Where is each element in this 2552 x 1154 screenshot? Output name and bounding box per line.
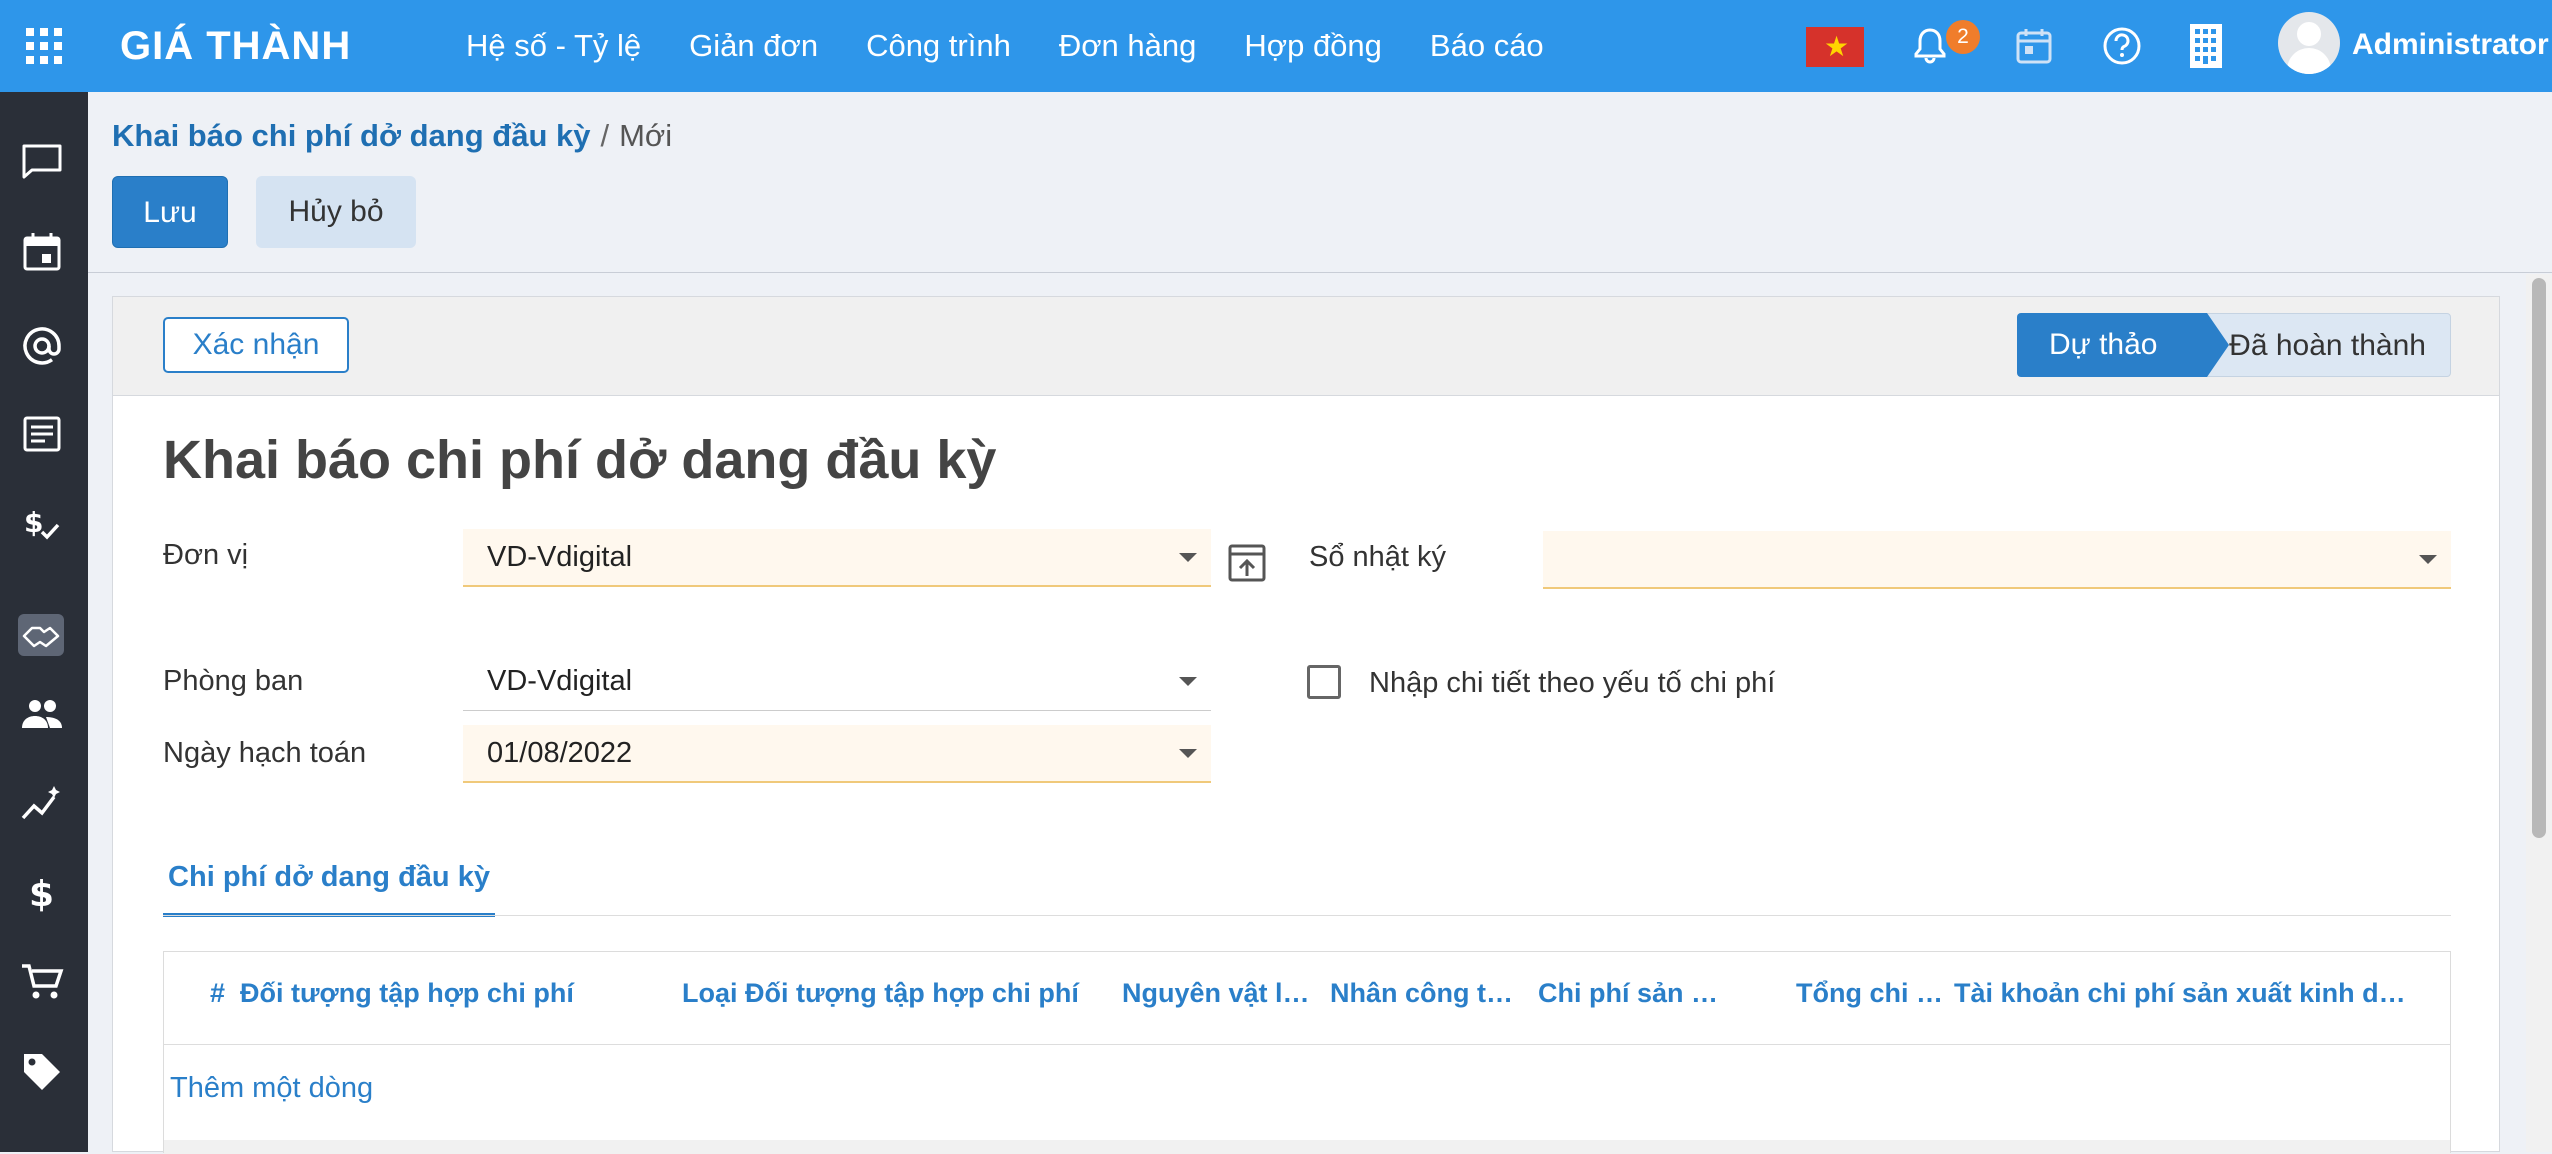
so-nhat-ky-select[interactable]	[1543, 531, 2451, 589]
tab-chi-phi-do-dang[interactable]: Chi phí dở dang đầu kỳ	[163, 837, 495, 917]
menu-item-bao-cao[interactable]: Báo cáo	[1430, 28, 1544, 64]
col-index[interactable]: #	[210, 978, 225, 1009]
breadcrumb-separator: /	[600, 118, 610, 153]
step-done[interactable]: Đã hoàn thành	[2207, 313, 2451, 377]
menu-item-he-so-ty-le[interactable]: Hệ số - Tỷ lệ	[466, 28, 641, 64]
menu-item-don-hang[interactable]: Đơn hàng	[1059, 28, 1197, 64]
at-sign-icon[interactable]	[20, 324, 64, 368]
external-link-icon[interactable]	[1227, 543, 1267, 583]
col-loai-doi-tuong[interactable]: Loại Đối tượng tập hợp chi phí	[682, 978, 1102, 1009]
don-vi-label: Đơn vị	[163, 539, 249, 571]
notification-badge: 2	[1946, 20, 1980, 54]
col-nguyen-vat-lieu[interactable]: Nguyên vật liệ...	[1122, 978, 1312, 1009]
cost-lines-table: # Đối tượng tập hợp chi phí Loại Đối tượ…	[163, 951, 2451, 1154]
control-panel-divider	[88, 272, 2552, 273]
step-draft[interactable]: Dự thảo	[2017, 313, 2207, 377]
building-icon[interactable]	[2188, 22, 2224, 70]
app-brand[interactable]: GIÁ THÀNH	[120, 24, 351, 69]
main-menu: Hệ số - Tỷ lệ Giản đơn Công trình Đơn hà…	[466, 28, 1592, 64]
chi-tiet-checkbox[interactable]	[1307, 665, 1341, 699]
tag-icon[interactable]	[20, 1050, 64, 1094]
user-avatar[interactable]	[2278, 12, 2340, 74]
breadcrumb-parent-link[interactable]: Khai báo chi phí dở dang đầu kỳ	[112, 118, 590, 153]
menu-item-cong-trinh[interactable]: Công trình	[866, 28, 1011, 64]
save-button[interactable]: Lưu	[112, 176, 228, 248]
breadcrumb-current: Mới	[619, 118, 673, 153]
scrollbar[interactable]	[2526, 274, 2552, 1152]
document-icon[interactable]	[20, 412, 64, 456]
svg-text:$: $	[29, 874, 54, 914]
cancel-button[interactable]: Hủy bỏ	[256, 176, 416, 248]
apps-grid-icon[interactable]	[26, 28, 62, 64]
dollar-icon[interactable]: $	[20, 870, 64, 914]
phong-ban-value: VD-Vdigital	[487, 665, 633, 697]
col-tai-khoan[interactable]: Tài khoản chi phí sản xuất kinh doa...	[1954, 978, 2414, 1009]
chevron-down-icon	[1179, 749, 1197, 758]
handshake-icon[interactable]	[18, 614, 64, 656]
analytics-icon[interactable]	[20, 782, 64, 826]
table-header: # Đối tượng tập hợp chi phí Loại Đối tượ…	[164, 952, 2450, 1045]
calendar-icon[interactable]	[20, 230, 64, 274]
ngay-hach-toan-value: 01/08/2022	[487, 737, 633, 769]
chevron-down-icon	[1179, 553, 1197, 562]
scrollbar-thumb[interactable]	[2532, 278, 2546, 838]
don-vi-value: VD-Vdigital	[487, 541, 633, 573]
calendar-icon[interactable]	[2014, 26, 2054, 66]
user-name[interactable]: Administrator	[2352, 28, 2549, 62]
ngay-hach-toan-field[interactable]: 01/08/2022	[463, 725, 1211, 783]
menu-item-gian-don[interactable]: Giản đơn	[689, 28, 818, 64]
phong-ban-label: Phòng ban	[163, 665, 304, 697]
people-icon[interactable]	[20, 692, 64, 736]
add-line-link[interactable]: Thêm một dòng	[170, 1072, 373, 1105]
form-sheet: Xác nhận Dự thảo Đã hoàn thành Khai báo …	[112, 296, 2500, 1154]
chi-tiet-checkbox-label[interactable]: Nhập chi tiết theo yếu tố chi phí	[1369, 667, 1775, 700]
ngay-hach-toan-label: Ngày hạch toán	[163, 737, 367, 769]
svg-text:$: $	[24, 506, 43, 539]
chevron-down-icon	[1179, 677, 1197, 686]
confirm-button[interactable]: Xác nhận	[163, 317, 349, 373]
step-arrow	[2207, 313, 2229, 377]
top-navbar: GIÁ THÀNH Hệ số - Tỷ lệ Giản đơn Công tr…	[0, 0, 2552, 92]
chat-icon[interactable]	[20, 140, 64, 184]
bell-icon[interactable]	[1910, 26, 1950, 66]
col-nhan-cong[interactable]: Nhân công trự...	[1330, 978, 1520, 1009]
status-bar: Xác nhận Dự thảo Đã hoàn thành	[113, 297, 2499, 396]
left-sidebar: $ $	[0, 92, 88, 1152]
so-nhat-ky-label: Sổ nhật ký	[1309, 541, 1447, 573]
menu-item-hop-dong[interactable]: Hợp đồng	[1244, 28, 1382, 64]
chevron-down-icon	[2419, 555, 2437, 564]
breadcrumb: Khai báo chi phí dở dang đầu kỳ / Mới	[112, 118, 672, 154]
don-vi-select[interactable]: VD-Vdigital	[463, 529, 1211, 587]
col-doi-tuong[interactable]: Đối tượng tập hợp chi phí	[240, 978, 620, 1009]
state-steps: Dự thảo Đã hoàn thành	[2017, 313, 2451, 377]
payment-check-icon[interactable]: $	[20, 502, 64, 546]
form-title: Khai báo chi phí dở dang đầu kỳ	[163, 430, 997, 490]
col-tong-chi-phi[interactable]: Tổng chi phí	[1796, 978, 1946, 1009]
help-icon[interactable]	[2102, 26, 2142, 66]
tab-divider	[163, 915, 2451, 916]
col-chi-phi-san-xuat[interactable]: Chi phí sản xu...	[1538, 978, 1728, 1009]
cart-icon[interactable]	[20, 960, 64, 1004]
vietnam-flag-icon[interactable]: ★	[1806, 27, 1864, 67]
phong-ban-select[interactable]: VD-Vdigital	[463, 653, 1211, 711]
